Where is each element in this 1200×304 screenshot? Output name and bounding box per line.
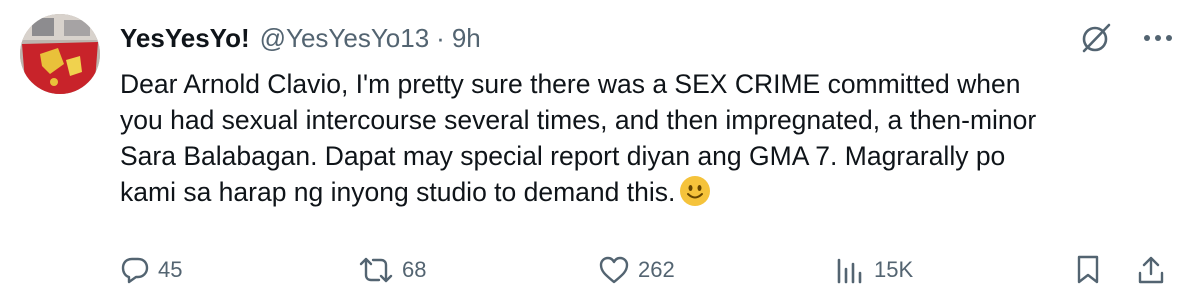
more-icon[interactable] [1136,16,1180,60]
bookmark-icon [1074,254,1102,286]
timestamp[interactable]: 9h [452,23,481,54]
tweet-text: Dear Arnold Clavio, I'm pretty sure ther… [120,66,1180,216]
repost-count: 68 [402,257,427,282]
tweet: YesYesYo! @YesYesYo13 · 9h Dear Arnold C… [0,0,1200,304]
display-name[interactable]: YesYesYo! [120,23,250,54]
tweet-text-line-content: kami sa harap ng inyong studio to demand… [120,177,676,207]
bookmark-button[interactable] [1074,248,1102,292]
share-icon [1136,254,1166,286]
tweet-text-line: Dear Arnold Clavio, I'm pretty sure ther… [120,69,1021,99]
reply-icon [120,255,150,285]
reply-button[interactable]: 45 [120,248,182,292]
tweet-text-line: you had sexual intercourse several times… [120,105,1037,135]
avatar[interactable] [20,14,100,94]
view-count: 15K [874,257,914,282]
tweet-text-line: kami sa harap ng inyong studio to demand… [120,174,1180,216]
tweet-text-line: Sara Balabagan. Dapat may special report… [120,141,1006,171]
like-icon [598,255,630,285]
views-icon [834,255,866,285]
user-handle[interactable]: @YesYesYo13 [260,23,430,54]
views-button[interactable]: 15K [834,248,913,292]
action-bar: 45 68 262 15K [120,248,1180,292]
separator-dot: · [436,22,445,53]
smiley-emoji-icon [679,175,711,216]
like-button[interactable]: 262 [598,248,675,292]
share-button[interactable] [1136,248,1166,292]
tweet-header: YesYesYo! @YesYesYo13 · 9h [120,18,481,58]
repost-button[interactable]: 68 [358,248,426,292]
repost-icon [358,255,394,285]
top-icons [1074,16,1180,60]
grok-icon[interactable] [1074,16,1118,60]
like-count: 262 [638,257,675,282]
reply-count: 45 [158,257,183,282]
